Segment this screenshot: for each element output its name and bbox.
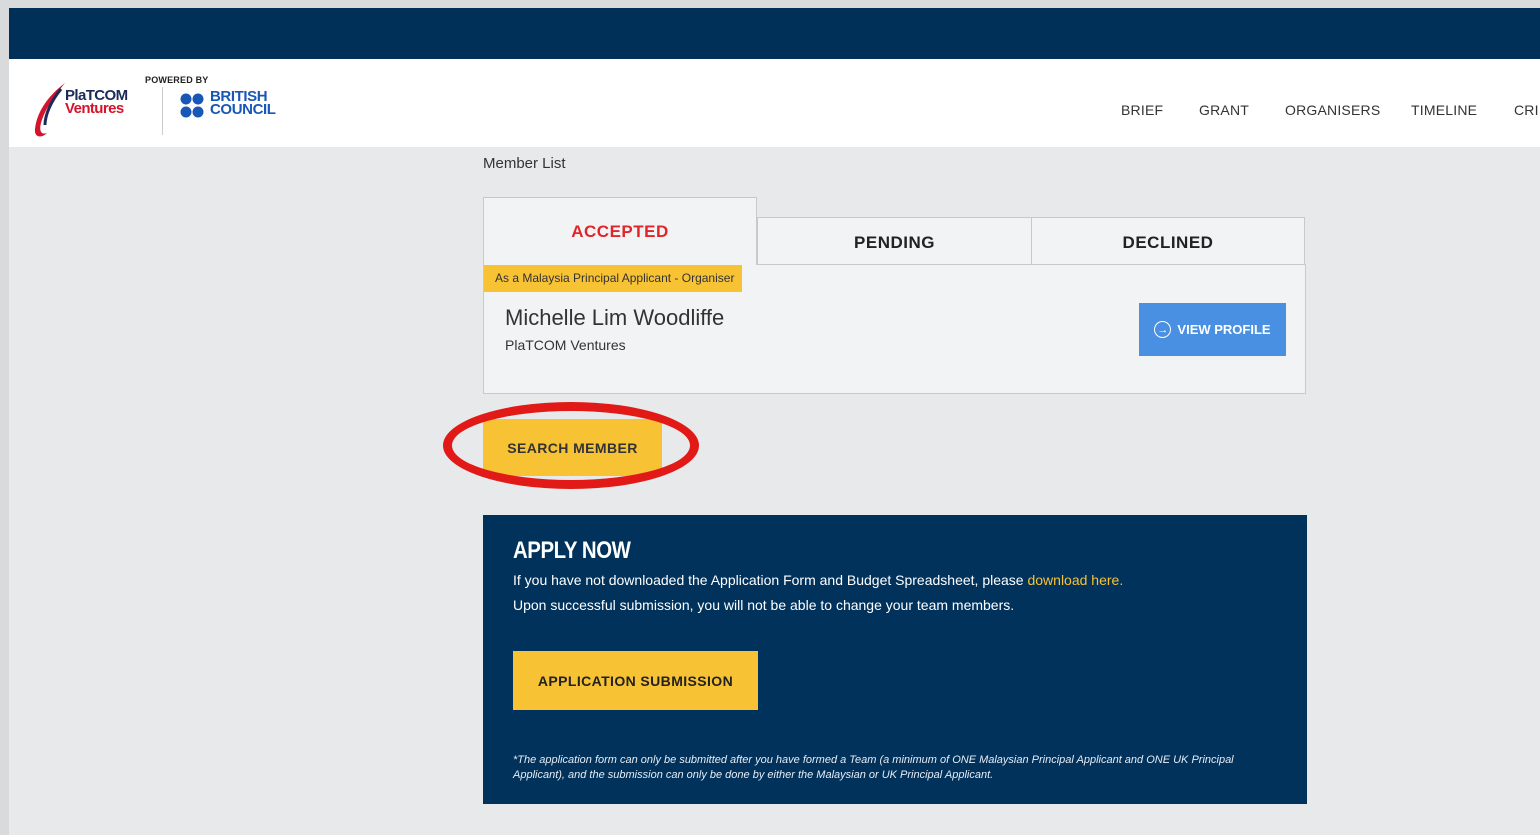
- search-member-button[interactable]: SEARCH MEMBER: [483, 419, 662, 476]
- nav-organisers[interactable]: ORGANISERS: [1285, 102, 1380, 118]
- arrow-right-circle-icon: →: [1154, 321, 1172, 338]
- apply-warning-text: Upon successful submission, you will not…: [513, 597, 1015, 613]
- british-council-logo-text: BRITISH COUNCIL: [210, 89, 276, 118]
- role-badge: As a Malaysia Principal Applicant - Orga…: [484, 265, 743, 292]
- logo-divider: [162, 87, 163, 135]
- british-council-dots-icon: [180, 93, 204, 118]
- nav-criteria[interactable]: CRI: [1514, 102, 1539, 118]
- tab-declined[interactable]: DECLINED: [1031, 217, 1305, 265]
- platcom-line2: Ventures: [65, 100, 124, 117]
- tab-accepted[interactable]: ACCEPTED: [483, 197, 757, 265]
- logo-group[interactable]: POWERED BY PlaTCOM Ventures BRITISH COUN…: [27, 69, 297, 139]
- member-card: As a Malaysia Principal Applicant - Orga…: [483, 264, 1306, 394]
- apply-footnote: *The application form can only be submit…: [513, 754, 1234, 781]
- browser-viewport: POWERED BY PlaTCOM Ventures BRITISH COUN…: [9, 8, 1540, 835]
- apply-download-prefix: If you have not downloaded the Applicati…: [513, 572, 1028, 588]
- member-organisation: PlaTCOM Ventures: [505, 337, 626, 353]
- apply-now-title: APPLY NOW: [513, 537, 631, 564]
- member-name: Michelle Lim Woodliffe: [505, 305, 725, 330]
- nav-grant[interactable]: GRANT: [1199, 102, 1249, 118]
- apply-now-panel: APPLY NOW If you have not downloaded the…: [483, 515, 1307, 804]
- powered-by-label: POWERED BY: [145, 75, 209, 85]
- bc-line2: COUNCIL: [210, 101, 276, 118]
- tab-pending[interactable]: PENDING: [757, 217, 1032, 265]
- top-bar: [9, 8, 1540, 59]
- nav-timeline[interactable]: TIMELINE: [1411, 102, 1477, 118]
- view-profile-button[interactable]: → VIEW PROFILE: [1139, 303, 1286, 356]
- application-submission-button[interactable]: APPLICATION SUBMISSION: [513, 651, 758, 710]
- apply-download-text: If you have not downloaded the Applicati…: [513, 572, 1123, 588]
- platcom-logo-text: PlaTCOM Ventures: [65, 88, 128, 117]
- nav-brief[interactable]: BRIEF: [1121, 102, 1163, 118]
- view-profile-label: VIEW PROFILE: [1177, 322, 1271, 337]
- page-title: Member List: [483, 155, 566, 172]
- download-link[interactable]: download here.: [1027, 572, 1123, 588]
- member-tabs: ACCEPTED PENDING DECLINED As a Malaysia …: [483, 197, 1306, 397]
- site-header: POWERED BY PlaTCOM Ventures BRITISH COUN…: [9, 59, 1540, 147]
